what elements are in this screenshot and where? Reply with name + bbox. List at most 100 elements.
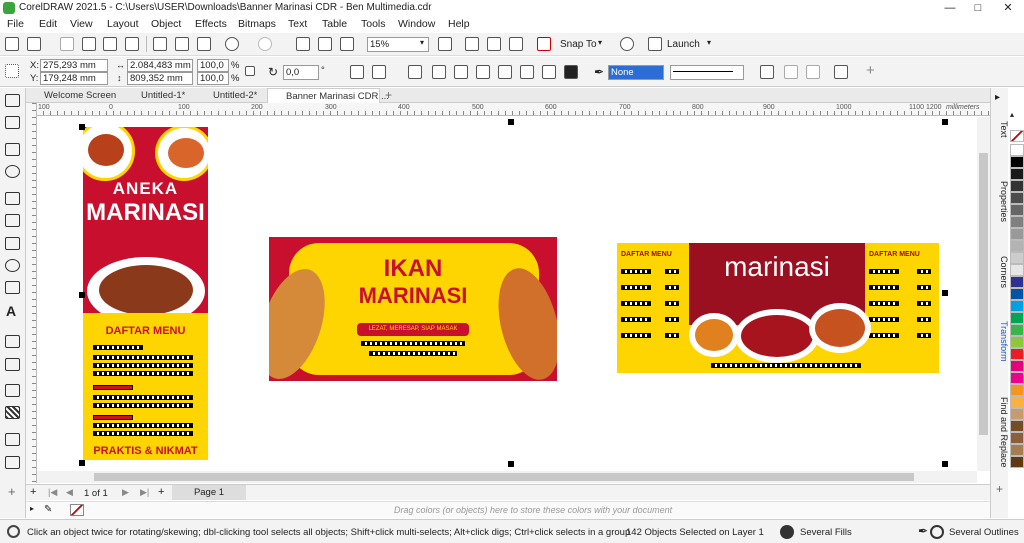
drop-shadow-icon[interactable]	[5, 384, 20, 397]
color-swatch[interactable]	[1010, 444, 1024, 456]
interactive-fill-icon[interactable]	[5, 456, 20, 469]
close-button[interactable]: ✕	[994, 0, 1022, 16]
color-swatch[interactable]	[1010, 324, 1024, 336]
no-color-swatch[interactable]	[1010, 130, 1024, 142]
banner-landscape[interactable]: IKAN MARINASI LEZAT, MERESAP, SIAP MASAK	[269, 237, 557, 381]
menu-file[interactable]: File	[7, 18, 24, 30]
show-rulers-icon[interactable]	[465, 37, 479, 51]
new-tab-icon[interactable]: +	[385, 88, 392, 102]
first-page-icon[interactable]: |◀	[48, 487, 57, 498]
menu-effects[interactable]: Effects	[195, 18, 227, 30]
color-swatch[interactable]	[1010, 360, 1024, 372]
color-swatch[interactable]	[1010, 384, 1024, 396]
menu-window[interactable]: Window	[398, 18, 435, 30]
next-page-icon[interactable]: ▶	[122, 487, 129, 498]
back-minus-front-icon[interactable]	[542, 65, 556, 79]
horizontal-scrollbar[interactable]	[37, 471, 977, 483]
selection-handle[interactable]	[942, 290, 948, 296]
page-tab[interactable]: Page 1	[172, 485, 246, 500]
selection-handle[interactable]	[79, 460, 85, 466]
chevron-down-icon[interactable]: ▾	[420, 38, 424, 47]
scale-height-field[interactable]: 100,0	[197, 72, 229, 85]
snap-off-icon[interactable]	[537, 37, 551, 51]
add-icon[interactable]: +	[866, 62, 875, 79]
full-screen-icon[interactable]	[438, 37, 452, 51]
mirror-horizontal-icon[interactable]	[350, 65, 364, 79]
selection-handle[interactable]	[942, 119, 948, 125]
outline-width-field[interactable]: None	[608, 65, 664, 80]
object-origin-icon[interactable]	[5, 64, 19, 78]
y-position-field[interactable]: 179,248 mm	[40, 72, 108, 85]
docker-tab-find-replace[interactable]: Find and Replace	[991, 394, 1009, 470]
rotation-angle-field[interactable]: 0,0	[283, 65, 319, 80]
add-page-icon[interactable]: +	[30, 486, 36, 498]
selection-handle[interactable]	[942, 461, 948, 467]
mirror-vertical-icon[interactable]	[372, 65, 386, 79]
height-field[interactable]: 809,352 mm	[127, 72, 193, 85]
add-tool-icon[interactable]: +	[8, 484, 16, 499]
rectangle-tool-icon[interactable]	[5, 237, 20, 250]
transparency-tool-icon[interactable]	[5, 406, 20, 419]
menu-view[interactable]: View	[70, 18, 93, 30]
menu-object[interactable]: Object	[151, 18, 181, 30]
to-back-icon[interactable]	[806, 65, 820, 79]
color-swatch[interactable]	[1010, 276, 1024, 288]
docker-tab-transform[interactable]: Transform	[991, 316, 1009, 366]
color-swatch[interactable]	[1010, 336, 1024, 348]
color-swatch[interactable]	[1010, 168, 1024, 180]
docker-tab-properties[interactable]: Properties	[991, 176, 1009, 228]
snap-to-dropdown[interactable]: Snap To	[560, 39, 597, 50]
save-icon[interactable]	[60, 37, 74, 51]
simplify-icon[interactable]	[498, 65, 512, 79]
trim-icon[interactable]	[454, 65, 468, 79]
add-docker-icon[interactable]: +	[996, 482, 1003, 496]
color-swatch[interactable]	[1010, 396, 1024, 408]
new-document-icon[interactable]	[5, 37, 19, 51]
banner-menu-landscape[interactable]: marinasi DAFTAR MENU DAFTAR MENU	[617, 243, 939, 373]
wrap-text-icon[interactable]	[760, 65, 774, 79]
cut-icon[interactable]	[153, 37, 167, 51]
shape-tool-icon[interactable]	[5, 116, 20, 129]
menu-table[interactable]: Table	[322, 18, 347, 30]
color-swatch[interactable]	[1010, 252, 1024, 264]
weld-icon[interactable]	[432, 65, 446, 79]
paste-icon[interactable]	[197, 37, 211, 51]
menu-help[interactable]: Help	[448, 18, 470, 30]
color-swatch[interactable]	[1010, 456, 1024, 468]
boundary-icon[interactable]	[564, 65, 578, 79]
export-pdf-icon[interactable]	[340, 37, 354, 51]
import-icon[interactable]	[296, 37, 310, 51]
copy-icon[interactable]	[175, 37, 189, 51]
no-color-swatch[interactable]	[70, 504, 84, 516]
tab-untitled-1[interactable]: Untitled-1*	[123, 88, 195, 103]
banner-vertical[interactable]: ANEKA MARINASI DAFTAR MENU PRAKTIS & NIK…	[83, 127, 208, 460]
publish-icon[interactable]	[125, 37, 139, 51]
launch-dropdown[interactable]: Launch	[667, 39, 700, 50]
tab-banner-marinasi[interactable]: Banner Marinasi CDR ...	[267, 88, 389, 103]
lock-ratio-icon[interactable]	[245, 66, 255, 76]
eyedropper-icon[interactable]	[5, 433, 20, 446]
drawing-canvas[interactable]: ANEKA MARINASI DAFTAR MENU PRAKTIS & NIK…	[37, 117, 977, 471]
open-folder-icon[interactable]	[27, 37, 41, 51]
color-swatch[interactable]	[1010, 300, 1024, 312]
vertical-scrollbar[interactable]	[977, 117, 990, 471]
intersect-icon[interactable]	[476, 65, 490, 79]
maximize-button[interactable]: □	[964, 0, 992, 16]
undo-icon[interactable]	[225, 37, 239, 51]
launch-icon[interactable]	[648, 37, 662, 51]
color-swatch[interactable]	[1010, 408, 1024, 420]
selection-handle[interactable]	[508, 119, 514, 125]
color-swatch[interactable]	[1010, 216, 1024, 228]
align-distribute-icon[interactable]	[834, 65, 848, 79]
docker-expand-icon[interactable]: ▸	[995, 92, 1000, 103]
color-swatch[interactable]	[1010, 240, 1024, 252]
menu-tools[interactable]: Tools	[361, 18, 386, 30]
show-guidelines-icon[interactable]	[509, 37, 523, 51]
cloud-download-icon[interactable]	[103, 37, 117, 51]
palette-scroll-up-icon[interactable]: ▴	[1010, 110, 1014, 119]
tab-welcome-screen[interactable]: Welcome Screen	[26, 88, 123, 103]
last-page-icon[interactable]: ▶|	[140, 487, 149, 498]
color-swatch[interactable]	[1010, 144, 1024, 156]
parallel-dimension-icon[interactable]	[5, 335, 20, 348]
color-swatch[interactable]	[1010, 432, 1024, 444]
